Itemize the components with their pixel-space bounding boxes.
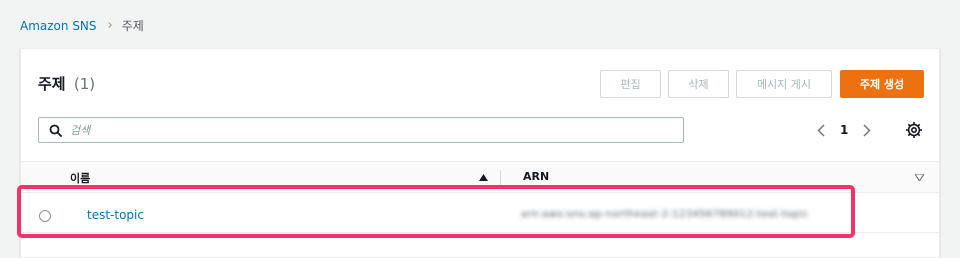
column-header-name[interactable]: 이름 (70, 170, 90, 186)
previous-page-button[interactable] (811, 119, 831, 141)
create-topic-button[interactable]: 주제 생성 (840, 70, 924, 98)
sort-ascending-icon[interactable] (479, 174, 488, 181)
search-input[interactable] (70, 123, 650, 137)
chevron-right-icon: › (107, 18, 113, 33)
breadcrumb-current: 주제 (121, 19, 144, 33)
current-page-number[interactable]: 1 (840, 123, 848, 137)
breadcrumb-link-amazon-sns[interactable]: Amazon SNS (20, 19, 97, 33)
breadcrumb: Amazon SNS › 주제 (20, 17, 144, 34)
topic-name-link[interactable]: test-topic (87, 208, 144, 222)
chevron-left-icon (817, 124, 825, 136)
next-page-button[interactable] (857, 119, 877, 141)
edit-button[interactable]: 편집 (600, 70, 661, 98)
topic-count: (1) (73, 75, 96, 93)
table-header: 이름 ARN (21, 161, 939, 193)
panel-title: 주제 (1) (38, 73, 95, 94)
table-row[interactable]: test-topic arn:aws:sns:ap-northeast-2:12… (21, 199, 939, 233)
column-header-arn[interactable]: ARN (523, 170, 549, 183)
topics-panel: 주제 (1) 편집 삭제 메시지 게시 주제 생성 1 (20, 48, 940, 258)
search-box (38, 117, 684, 143)
topic-arn: arn:aws:sns:ap-northeast-2:123456789012:… (521, 209, 809, 220)
column-divider[interactable] (500, 170, 501, 186)
publish-message-button[interactable]: 메시지 게시 (736, 70, 832, 98)
sort-descending-icon[interactable] (915, 174, 924, 181)
panel-title-text: 주제 (38, 75, 66, 93)
delete-button[interactable]: 삭제 (668, 70, 729, 98)
settings-gear-icon[interactable] (905, 121, 923, 139)
search-icon (49, 124, 62, 137)
row-select-radio[interactable] (39, 210, 51, 222)
chevron-right-icon (863, 124, 871, 136)
pagination: 1 (811, 119, 877, 141)
